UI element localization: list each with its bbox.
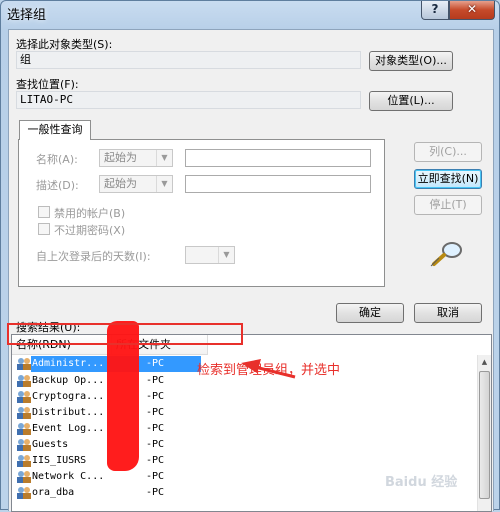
location-field: LITAO-PC xyxy=(16,91,361,109)
group-icon xyxy=(17,455,31,467)
object-types-button[interactable]: 对象类型(O)... xyxy=(369,51,453,71)
title-bar[interactable]: 选择组 ? ✕ xyxy=(1,1,499,29)
location-label: 查找位置(F): xyxy=(16,78,79,91)
group-icon xyxy=(17,407,31,419)
search-icon xyxy=(430,242,462,267)
annotation-text: 检索到管理员组，并选中 xyxy=(197,363,341,378)
row-name: Distribut... xyxy=(32,407,105,418)
select-group-dialog: 选择组 ? ✕ 选择此对象类型(S): 组 对象类型(O)... 查找位置(F)… xyxy=(0,0,500,512)
row-name: Administr... xyxy=(32,358,105,369)
watermark: Baidu 经验 xyxy=(385,475,458,490)
table-row[interactable]: Guests -PC xyxy=(12,437,490,453)
name-operator-value: 起始为 xyxy=(104,151,137,164)
days-since-login-label: 自上次登录后的天数(I): xyxy=(36,250,151,263)
name-input[interactable] xyxy=(185,149,371,167)
common-queries-panel: 名称(A): 起始为 ▼ 描述(D): 起始为 ▼ 禁用的帐户(B) 不过期密码… xyxy=(18,139,385,287)
annotation-highlight-box xyxy=(7,323,243,345)
row-folder: -PC xyxy=(146,391,165,402)
close-button[interactable]: ✕ xyxy=(449,1,495,20)
columns-button[interactable]: 列(C)... xyxy=(414,142,482,162)
description-operator-value: 起始为 xyxy=(104,177,137,190)
locations-button[interactable]: 位置(L)... xyxy=(369,91,453,111)
description-input[interactable] xyxy=(185,175,371,193)
group-icon xyxy=(17,487,31,499)
object-type-field: 组 xyxy=(16,51,361,69)
description-label: 描述(D): xyxy=(36,179,79,192)
row-folder: -PC xyxy=(146,487,165,498)
non-expiring-password-checkbox[interactable] xyxy=(38,223,50,235)
row-name: IIS_IUSRS xyxy=(32,455,87,466)
stop-button[interactable]: 停止(T) xyxy=(414,195,482,215)
non-expiring-password-label: 不过期密码(X) xyxy=(54,224,126,237)
tab-common-queries[interactable]: 一般性查询 xyxy=(19,120,91,140)
table-row[interactable]: Distribut... -PC xyxy=(12,405,490,421)
dialog-body: 选择此对象类型(S): 组 对象类型(O)... 查找位置(F): LITAO-… xyxy=(8,29,494,512)
row-name: Network C... xyxy=(32,471,105,482)
find-now-button[interactable]: 立即查找(N) xyxy=(414,169,482,189)
table-row[interactable]: Cryptogra... -PC xyxy=(12,389,490,405)
scroll-up-arrow-icon[interactable]: ▲ xyxy=(478,355,491,369)
group-icon xyxy=(17,391,31,403)
row-folder: -PC xyxy=(146,423,165,434)
row-name: Guests xyxy=(32,439,69,450)
group-icon xyxy=(17,471,31,483)
ok-button[interactable]: 确定 xyxy=(336,303,404,323)
name-operator-select[interactable]: 起始为 ▼ xyxy=(99,149,173,167)
window-title: 选择组 xyxy=(7,8,47,23)
chevron-down-icon: ▼ xyxy=(156,176,172,192)
group-icon xyxy=(17,423,31,435)
row-name: ora_dba xyxy=(32,487,75,498)
row-folder: -PC xyxy=(146,375,165,386)
group-icon xyxy=(17,439,31,451)
group-icon xyxy=(17,358,31,370)
help-button[interactable]: ? xyxy=(421,1,449,20)
description-operator-select[interactable]: 起始为 ▼ xyxy=(99,175,173,193)
row-folder: -PC xyxy=(146,407,165,418)
row-name: Backup Op... xyxy=(32,375,105,386)
row-folder: -PC xyxy=(146,455,165,466)
days-since-login-select[interactable]: ▼ xyxy=(185,246,235,264)
name-label: 名称(A): xyxy=(36,153,78,166)
table-row[interactable]: Event Log... -PC xyxy=(12,421,490,437)
chevron-down-icon: ▼ xyxy=(156,150,172,166)
disabled-accounts-label: 禁用的帐户(B) xyxy=(54,207,126,220)
disabled-accounts-checkbox[interactable] xyxy=(38,206,50,218)
chevron-down-icon: ▼ xyxy=(218,247,234,263)
row-name: Cryptogra... xyxy=(32,391,105,402)
object-type-label: 选择此对象类型(S): xyxy=(16,38,113,51)
row-folder: -PC xyxy=(146,358,165,369)
cancel-button[interactable]: 取消 xyxy=(414,303,482,323)
table-row[interactable]: IIS_IUSRS -PC xyxy=(12,453,490,469)
row-folder: -PC xyxy=(146,439,165,450)
group-icon xyxy=(17,375,31,387)
row-name: Event Log... xyxy=(32,423,105,434)
row-folder: -PC xyxy=(146,471,165,482)
